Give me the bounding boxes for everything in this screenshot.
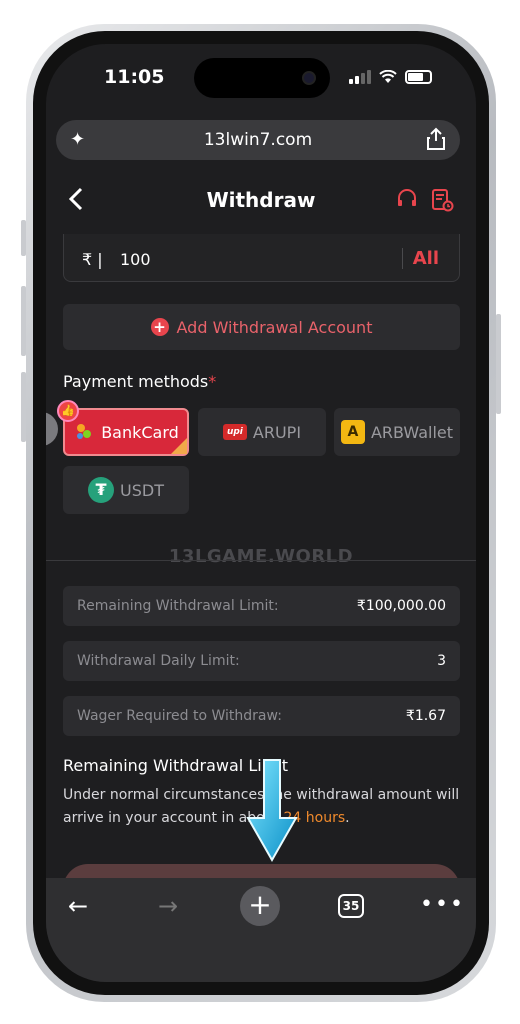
forward-icon[interactable]: → bbox=[158, 892, 178, 920]
status-time: 11:05 bbox=[104, 66, 165, 88]
battery-icon bbox=[405, 70, 432, 84]
bankcard-label: BankCard bbox=[101, 422, 179, 442]
share-icon[interactable] bbox=[426, 127, 446, 151]
arupi-label: ARUPI bbox=[252, 422, 302, 442]
arbwallet-label: ARBWallet bbox=[370, 422, 454, 442]
divider bbox=[46, 560, 476, 561]
withdrawal-daily-limit-row: Withdrawal Daily Limit: 3 bbox=[63, 641, 460, 681]
selected-check-icon bbox=[171, 438, 187, 454]
browser-toolbar: ← → + 35 ••• bbox=[46, 878, 476, 982]
back-icon[interactable]: ← bbox=[68, 892, 88, 920]
payment-methods-label: Payment methods* bbox=[63, 372, 217, 391]
payment-method-usdt[interactable]: ₮ USDT bbox=[63, 466, 189, 514]
amount-value[interactable]: 100 bbox=[120, 250, 151, 269]
upi-icon: upi bbox=[222, 424, 247, 440]
payment-method-bankcard[interactable]: 👍 BankCard bbox=[57, 400, 189, 456]
dynamic-island bbox=[194, 58, 330, 98]
wager-required-row: Wager Required to Withdraw: ₹1.67 bbox=[63, 696, 460, 736]
more-options-icon[interactable]: ••• bbox=[420, 892, 465, 917]
url-text[interactable]: 13lwin7.com bbox=[56, 130, 460, 150]
withdraw-page: Withdraw ₹ | 100 All + Add Withdrawal Ac… bbox=[46, 168, 476, 914]
new-tab-icon[interactable]: + bbox=[240, 886, 280, 926]
bankcard-icon bbox=[77, 424, 92, 439]
status-bar: 11:05 bbox=[46, 44, 476, 114]
watermark: 13LGAME.WORLD bbox=[168, 546, 354, 567]
volume-up-button bbox=[21, 286, 26, 356]
currency-symbol: ₹ | bbox=[82, 250, 103, 269]
signal-icon bbox=[349, 70, 371, 84]
add-account-label: Add Withdrawal Account bbox=[176, 317, 373, 337]
usdt-label: USDT bbox=[120, 480, 164, 500]
page-header: Withdraw bbox=[46, 168, 476, 234]
address-bar[interactable]: ✦ 13lwin7.com bbox=[56, 120, 460, 160]
arbwallet-icon: A bbox=[340, 420, 365, 444]
remaining-withdrawal-limit-row: Remaining Withdrawal Limit: ₹100,000.00 bbox=[63, 586, 460, 626]
pointer-arrow-icon bbox=[246, 759, 298, 863]
wifi-icon bbox=[379, 70, 397, 83]
payment-method-arbwallet[interactable]: A ARBWallet bbox=[334, 408, 460, 456]
screen: 11:05 ✦ 13lwin7.com Withdraw ₹ | 100 All… bbox=[46, 44, 476, 982]
action-button bbox=[21, 220, 26, 256]
usdt-icon: ₮ bbox=[88, 477, 115, 503]
history-record-icon[interactable] bbox=[430, 188, 454, 212]
all-button[interactable]: All bbox=[401, 248, 439, 269]
tabs-count-icon[interactable]: 35 bbox=[338, 894, 364, 918]
headset-icon[interactable] bbox=[396, 188, 418, 210]
volume-down-button bbox=[21, 372, 26, 442]
power-button bbox=[496, 314, 501, 414]
plus-circle-icon: + bbox=[150, 318, 169, 336]
add-withdrawal-account-button[interactable]: + Add Withdrawal Account bbox=[63, 304, 460, 350]
phone-frame: 11:05 ✦ 13lwin7.com Withdraw ₹ | 100 All… bbox=[21, 24, 501, 1002]
payment-method-arupi[interactable]: upi ARUPI bbox=[198, 408, 326, 456]
thumbs-up-badge-icon: 👍 bbox=[57, 400, 79, 422]
